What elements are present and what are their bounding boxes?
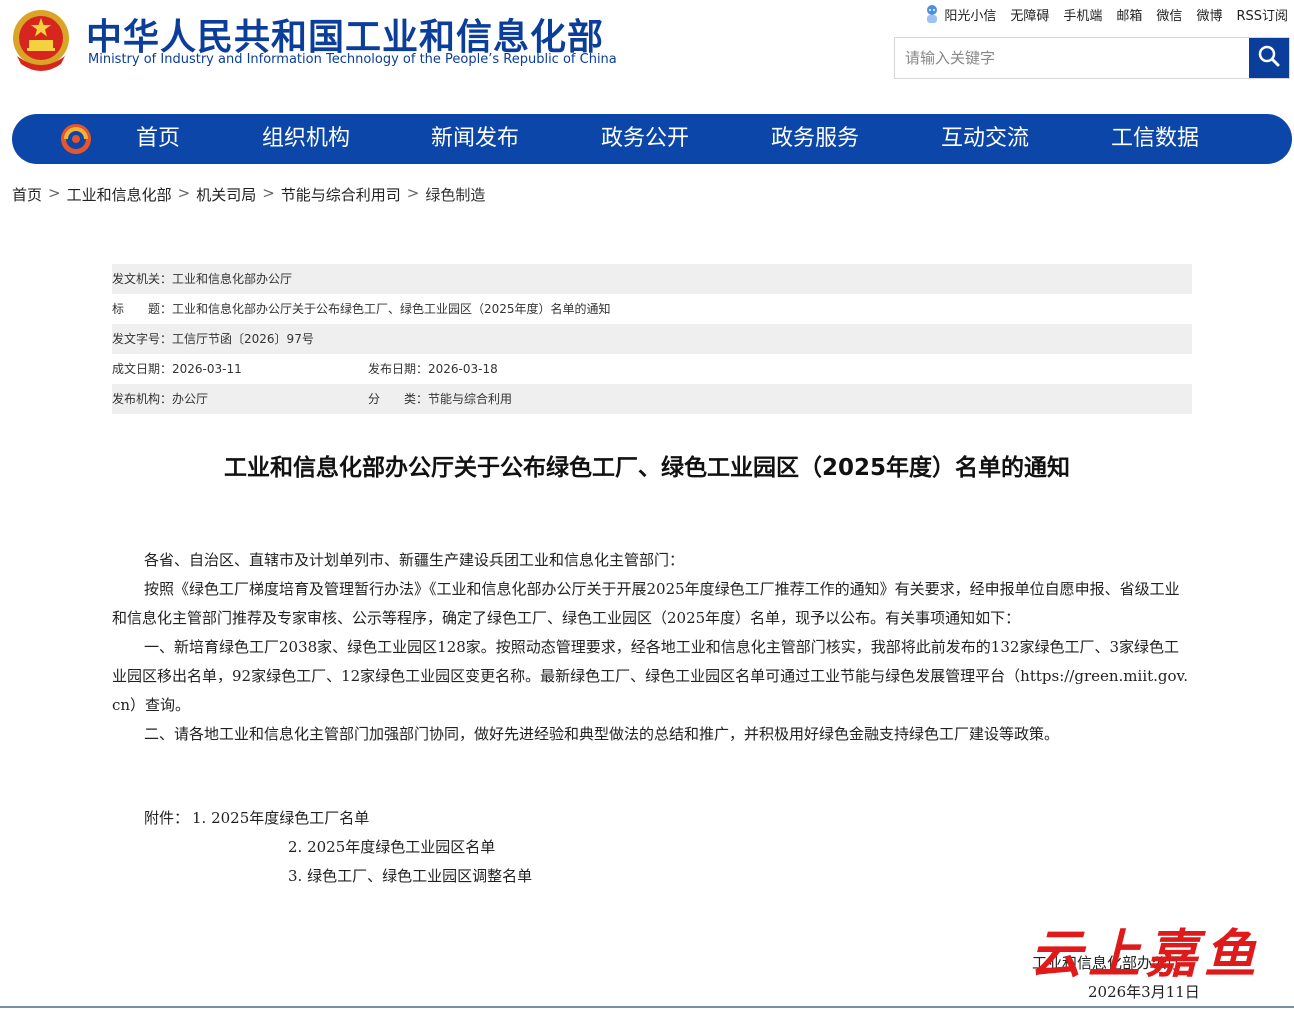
paragraph-3: 二、请各地工业和信息化主管部门加强部门协同，做好先进经验和典型做法的总结和推广，… [144, 725, 1060, 743]
meta-row-subject: 标 题：工业和信息化部办公厅关于公布绿色工厂、绿色工业园区（2025年度）名单的… [112, 294, 1192, 324]
robot-icon [924, 4, 940, 24]
top-link-mobile[interactable]: 手机端 [1063, 5, 1102, 24]
search-icon [1257, 44, 1281, 72]
meta-doc-no: 工信厅节函〔2026〕97号 [172, 332, 314, 346]
document-meta-table: 发文机关：工业和信息化部办公厅 标 题：工业和信息化部办公厅关于公布绿色工厂、绿… [112, 264, 1192, 414]
breadcrumb: 首页 > 工业和信息化部 > 机关司局 > 节能与综合利用司 > 绿色制造 [12, 184, 485, 205]
meta-label: 成文日期： [112, 362, 173, 376]
nav-item-gov-affairs[interactable]: 政务公开 [601, 114, 689, 164]
top-link-weibo[interactable]: 微博 [1196, 5, 1222, 24]
meta-row-doc-no: 发文字号：工信厅节函〔2026〕97号 [112, 324, 1192, 354]
meta-published-date: 2026-03-18 [428, 362, 498, 376]
top-link-wechat[interactable]: 微信 [1156, 5, 1182, 24]
meta-label: 发布机构： [112, 392, 173, 406]
meta-label: 发文字号： [112, 332, 173, 346]
nav-item-gov-services[interactable]: 政务服务 [771, 114, 859, 164]
search-button[interactable] [1249, 38, 1289, 78]
breadcrumb-energy-dept[interactable]: 节能与综合利用司 [281, 184, 401, 205]
salutation: 各省、自治区、直辖市及计划单列市、新疆生产建设兵团工业和信息化主管部门： [144, 551, 685, 569]
meta-category: 节能与综合利用 [428, 392, 513, 406]
meta-written-date: 2026-03-11 [172, 362, 242, 376]
meta-agency: 办公厅 [172, 392, 209, 406]
top-link-accessibility[interactable]: 无障碍 [1010, 5, 1049, 24]
nav-item-interaction[interactable]: 互动交流 [941, 114, 1029, 164]
watermark-text: 云上嘉鱼 [1030, 924, 1263, 985]
breadcrumb-green-manufacturing[interactable]: 绿色制造 [425, 184, 485, 205]
search-box [894, 37, 1290, 79]
paragraph-2: 一、新培育绿色工厂2038家、绿色工业园区128家。按照动态管理要求，经各地工业… [112, 638, 1189, 714]
top-link-rss[interactable]: RSS订阅 [1236, 5, 1288, 24]
meta-label: 分 类： [368, 392, 429, 406]
breadcrumb-separator: > [262, 184, 275, 202]
miit-logo-icon [59, 122, 93, 156]
top-link-label: 阳光小信 [944, 8, 997, 24]
attachment-link-2[interactable]: 2. 2025年度绿色工业园区名单 [288, 833, 495, 862]
meta-row-agency: 发布机构：办公厅 分 类：节能与综合利用 [112, 384, 1192, 414]
nav-item-home[interactable]: 首页 [136, 114, 180, 164]
nav-item-organization[interactable]: 组织机构 [262, 114, 350, 164]
document-title: 工业和信息化部办公厅关于公布绿色工厂、绿色工业园区（2025年度）名单的通知 [223, 455, 1070, 481]
meta-label: 标 题： [112, 302, 173, 316]
nav-item-data[interactable]: 工信数据 [1111, 114, 1199, 164]
document-body: 各省、自治区、直辖市及计划单列市、新疆生产建设兵团工业和信息化主管部门： 按照《… [112, 546, 1192, 749]
attachment-link-1[interactable]: 1. 2025年度绿色工厂名单 [192, 804, 369, 833]
paragraph-1: 按照《绿色工厂梯度培育及管理暂行办法》《工业和信息化部办公厅关于开展2025年度… [112, 580, 1180, 627]
site-subtitle: Ministry of Industry and Information Tec… [88, 52, 617, 67]
breadcrumb-departments[interactable]: 机关司局 [196, 184, 256, 205]
breadcrumb-home[interactable]: 首页 [12, 184, 42, 205]
meta-label: 发文机关： [112, 272, 173, 286]
search-input[interactable] [895, 38, 1245, 78]
divider [0, 1006, 1294, 1008]
meta-subject: 工业和信息化部办公厅关于公布绿色工厂、绿色工业园区（2025年度）名单的通知 [172, 302, 611, 316]
top-link-mail[interactable]: 邮箱 [1116, 5, 1142, 24]
main-nav: 首页 组织机构 新闻发布 政务公开 政务服务 互动交流 工信数据 [12, 114, 1292, 164]
breadcrumb-separator: > [48, 184, 61, 202]
breadcrumb-separator: > [177, 184, 191, 202]
breadcrumb-ministry[interactable]: 工业和信息化部 [67, 184, 172, 205]
top-links: 阳光小信 无障碍 手机端 邮箱 微信 微博 RSS订阅 [924, 4, 1288, 24]
national-emblem-icon [11, 8, 71, 72]
top-link-sunshine[interactable]: 阳光小信 [924, 4, 996, 24]
breadcrumb-separator: > [406, 184, 420, 202]
meta-issuer: 工业和信息化部办公厅 [172, 272, 293, 286]
meta-row-dates: 成文日期：2026-03-11 发布日期：2026-03-18 [112, 354, 1192, 384]
attachments-label: 附件： [144, 809, 190, 827]
nav-item-news[interactable]: 新闻发布 [431, 114, 519, 164]
meta-row-issuer: 发文机关：工业和信息化部办公厅 [112, 264, 1192, 294]
attachment-link-3[interactable]: 3. 绿色工厂、绿色工业园区调整名单 [288, 862, 532, 891]
meta-label: 发布日期： [368, 362, 429, 376]
